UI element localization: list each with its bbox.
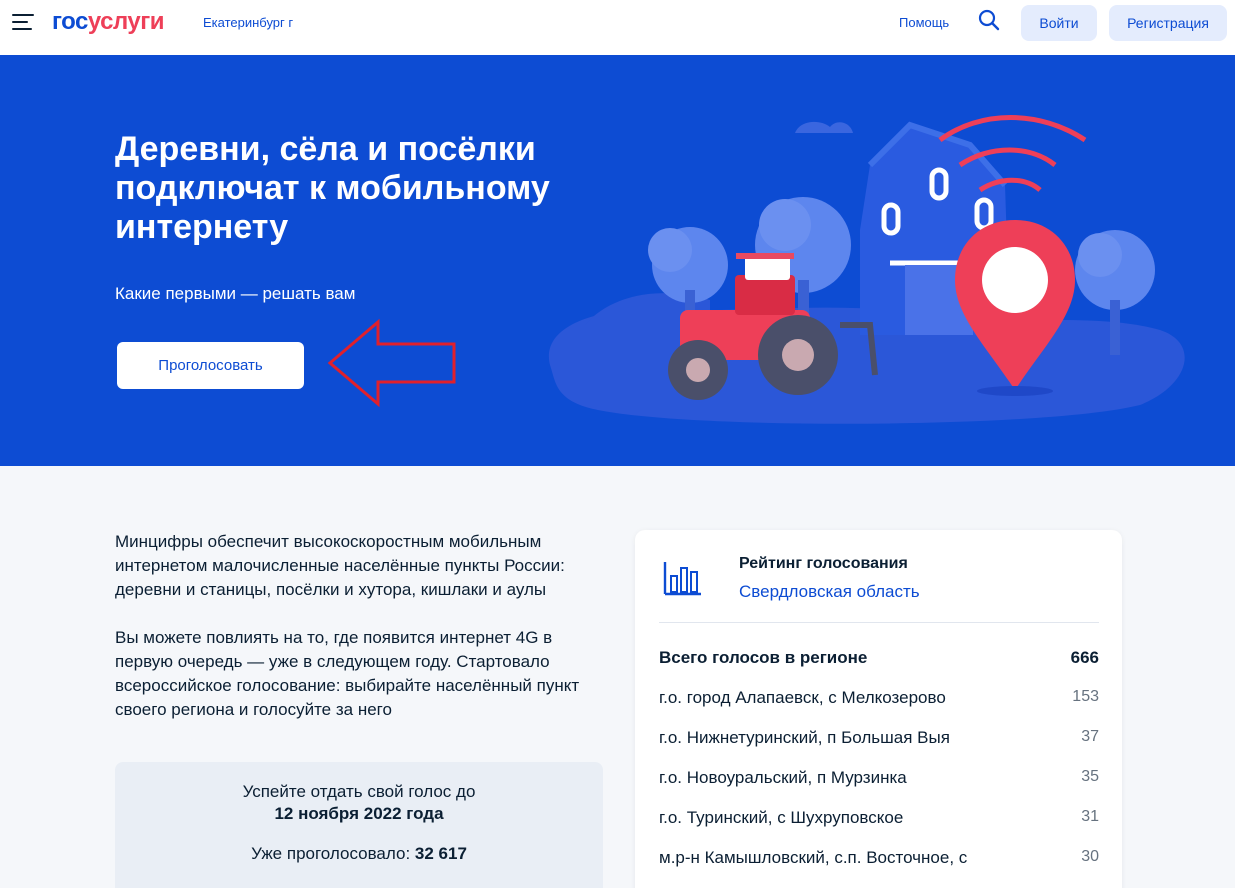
settlement-name: г.о. Новоуральский, п Мурзинка: [659, 768, 907, 787]
hero-subtitle: Какие первыми — решать вам: [115, 284, 356, 303]
intro-paragraph-1: Минцифры обеспечит высокоскоростным моби…: [115, 532, 565, 599]
city-selector[interactable]: Екатеринбург г: [203, 15, 293, 30]
rating-row[interactable]: г.о. Новоуральский, п Мурзинка 35: [659, 768, 1099, 788]
voted-count-line: Уже проголосовало: 32 617: [115, 842, 603, 866]
rating-card: Рейтинг голосования Свердловская область…: [635, 530, 1122, 888]
settlement-name: г.о. Нижнетуринский, п Большая Выя: [659, 728, 950, 747]
hero-banner: Деревни, сёла и посёлки подключат к моби…: [0, 55, 1235, 466]
voted-count: 32 617: [414, 844, 467, 863]
rating-row[interactable]: м.р-н Камышловский, с.п. Восточное, с 30: [659, 848, 1099, 868]
deadline-date: 12 ноября 2022 года: [274, 804, 444, 823]
top-header: госуслуги Екатеринбург г Помощь Войти Ре…: [0, 0, 1235, 55]
register-button[interactable]: Регистрация: [1109, 5, 1227, 41]
village-illustration: [548, 115, 1185, 424]
pointer-arrow-icon: [327, 318, 456, 408]
deadline-box: Успейте отдать свой голос до 12 ноября 2…: [115, 762, 603, 888]
rating-title: Рейтинг голосования: [739, 555, 908, 572]
intro-text: Минцифры обеспечит высокоскоростным моби…: [115, 530, 605, 722]
bar-chart-icon: [663, 562, 701, 596]
search-icon[interactable]: [978, 9, 1000, 31]
menu-icon[interactable]: [12, 14, 34, 32]
vote-count: 35: [1081, 768, 1099, 785]
total-count: 666: [1070, 648, 1099, 667]
total-label: Всего голосов в регионе: [659, 648, 868, 667]
vote-count: 31: [1081, 808, 1099, 825]
settlement-name: м.р-н Камышловский, с.п. Восточное, с: [659, 848, 968, 867]
voted-label: Уже проголосовало:: [251, 844, 411, 863]
rating-row[interactable]: г.о. Туринский, с Шухруповское 31: [659, 808, 1099, 828]
settlement-name: г.о. Туринский, с Шухруповское: [659, 808, 904, 827]
help-link[interactable]: Помощь: [899, 15, 949, 30]
gosuslugi-logo[interactable]: госуслуги: [52, 8, 165, 36]
hero-title: Деревни, сёла и посёлки подключат к моби…: [115, 130, 550, 246]
rating-region-link[interactable]: Свердловская область: [739, 582, 920, 602]
rating-row[interactable]: г.о. город Алапаевск, с Мелкозерово 153: [659, 688, 1099, 708]
vote-button[interactable]: Проголосовать: [117, 342, 304, 389]
rating-total-row: Всего голосов в регионе 666: [659, 648, 1099, 668]
divider: [659, 622, 1099, 623]
login-button[interactable]: Войти: [1021, 5, 1097, 41]
vote-count: 30: [1081, 848, 1099, 865]
rating-row[interactable]: г.о. Нижнетуринский, п Большая Выя 37: [659, 728, 1099, 748]
intro-paragraph-2: Вы можете повлиять на то, где появится и…: [115, 628, 580, 719]
deadline-text: Успейте отдать свой голос до: [242, 782, 476, 801]
vote-count: 37: [1081, 728, 1099, 745]
settlement-name: г.о. город Алапаевск, с Мелкозерово: [659, 688, 946, 707]
vote-count: 153: [1072, 688, 1099, 705]
